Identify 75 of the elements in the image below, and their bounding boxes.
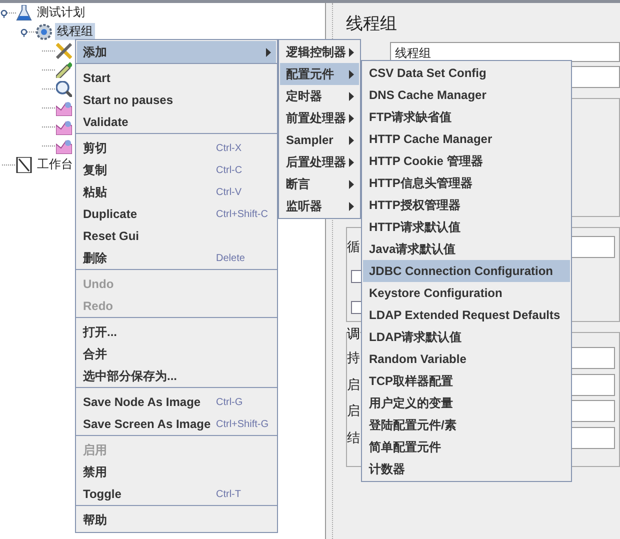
tree-item[interactable]: 测试计划 (35, 4, 87, 21)
tree-item[interactable]: 工作台 (35, 156, 75, 173)
menu-item[interactable]: Sampler (280, 129, 359, 151)
menu-item[interactable]: FTP请求缺省值 (363, 106, 570, 128)
menu-item[interactable]: 复制 Ctrl-C (77, 159, 276, 181)
menu-item[interactable]: DNS Cache Manager (363, 84, 570, 106)
menu-item[interactable]: 前置处理器 (280, 107, 359, 129)
gear-icon (36, 24, 52, 40)
menu-item[interactable]: 计数器 (363, 458, 570, 480)
menu-item[interactable]: HTTP Cookie 管理器 (363, 150, 570, 172)
menu-item[interactable]: 禁用 (77, 461, 276, 483)
field-label: 启 (347, 403, 361, 420)
menu-item[interactable]: 删除 Delete (77, 247, 276, 269)
pencil-icon (56, 62, 72, 78)
menu-item[interactable]: LDAP请求默认值 (363, 326, 570, 348)
shortcut-label: Ctrl-T (216, 488, 241, 500)
tools-icon (56, 42, 72, 58)
shortcut-label: Delete (216, 252, 245, 264)
menu-item[interactable]: CSV Data Set Config (363, 62, 570, 84)
expand-handle-icon[interactable] (20, 26, 36, 36)
menu-item[interactable]: 帮助 (77, 509, 276, 531)
menu-item[interactable]: JDBC Connection Configuration (363, 260, 570, 282)
menu-item[interactable]: Save Node As Image Ctrl-G (77, 391, 276, 413)
field-label: 结 (347, 430, 361, 447)
menu-item[interactable]: 添加 (77, 41, 276, 63)
shortcut-label: Ctrl+Shift-G (216, 418, 269, 430)
menu-item[interactable]: HTTP Cache Manager (363, 128, 570, 150)
menu-item[interactable]: 后置处理器 (280, 151, 359, 173)
menu-item[interactable]: HTTP信息头管理器 (363, 172, 570, 194)
menu-item[interactable]: 用户定义的变量 (363, 392, 570, 414)
chart-icon (56, 100, 72, 116)
menu-item[interactable]: Start (77, 67, 276, 89)
menu-item[interactable]: Save Screen As Image Ctrl+Shift-G (77, 413, 276, 435)
shortcut-label: Ctrl-V (216, 186, 242, 198)
notepad-icon (16, 156, 32, 172)
field-label: 循 (347, 239, 361, 256)
menu-item[interactable]: 打开... (77, 321, 276, 343)
menu-item[interactable]: Java请求默认值 (363, 238, 570, 260)
field-label: 启 (347, 376, 361, 394)
menu-item[interactable]: Reset Gui (77, 225, 276, 247)
menu-item[interactable]: Toggle Ctrl-T (77, 483, 276, 505)
menu-item[interactable]: Duplicate Ctrl+Shift-C (77, 203, 276, 225)
group-title: 调 (347, 325, 360, 343)
menu-item[interactable]: 配置元件 (280, 63, 359, 85)
menu-item[interactable]: 定时器 (280, 85, 359, 107)
menu-item[interactable]: 粘贴 Ctrl-V (77, 181, 276, 203)
shortcut-label: Ctrl-C (216, 164, 242, 176)
expand-handle-icon[interactable] (0, 8, 16, 18)
menu-item[interactable]: 选中部分保存为... (77, 365, 276, 387)
menu-item[interactable]: Validate (77, 111, 276, 133)
panel-title: 线程组 (346, 13, 398, 34)
chart-icon (56, 138, 72, 154)
menu-item[interactable]: HTTP请求默认值 (363, 216, 570, 238)
field-label: 持 (347, 350, 361, 368)
menu-item[interactable]: 合并 (77, 343, 276, 365)
name-field[interactable]: 线程组 (390, 42, 620, 62)
tree-item[interactable]: 线程组 (55, 23, 95, 40)
menu-item[interactable]: 简单配置元件 (363, 436, 570, 458)
shortcut-label: Ctrl-G (216, 396, 243, 408)
menu-item[interactable]: LDAP Extended Request Defaults (363, 304, 570, 326)
menu-item[interactable]: 逻辑控制器 (280, 41, 359, 63)
flask-icon (16, 4, 32, 20)
magnifier-icon (56, 80, 72, 96)
menu-item[interactable]: 断言 (280, 173, 359, 195)
menu-item[interactable]: 剪切 Ctrl-X (77, 137, 276, 159)
shortcut-label: Ctrl-X (216, 142, 242, 154)
chart-icon (56, 118, 72, 134)
menu-item[interactable]: HTTP授权管理器 (363, 194, 570, 216)
menu-item[interactable]: Keystore Configuration (363, 282, 570, 304)
menu-item[interactable]: Start no pauses (77, 89, 276, 111)
shortcut-label: Ctrl+Shift-C (216, 208, 268, 220)
menu-item[interactable]: Random Variable (363, 348, 570, 370)
menu-item[interactable]: TCP取样器配置 (363, 370, 570, 392)
menu-item[interactable]: 登陆配置元件/素 (363, 414, 570, 436)
menu-item[interactable]: 监听器 (280, 195, 359, 217)
